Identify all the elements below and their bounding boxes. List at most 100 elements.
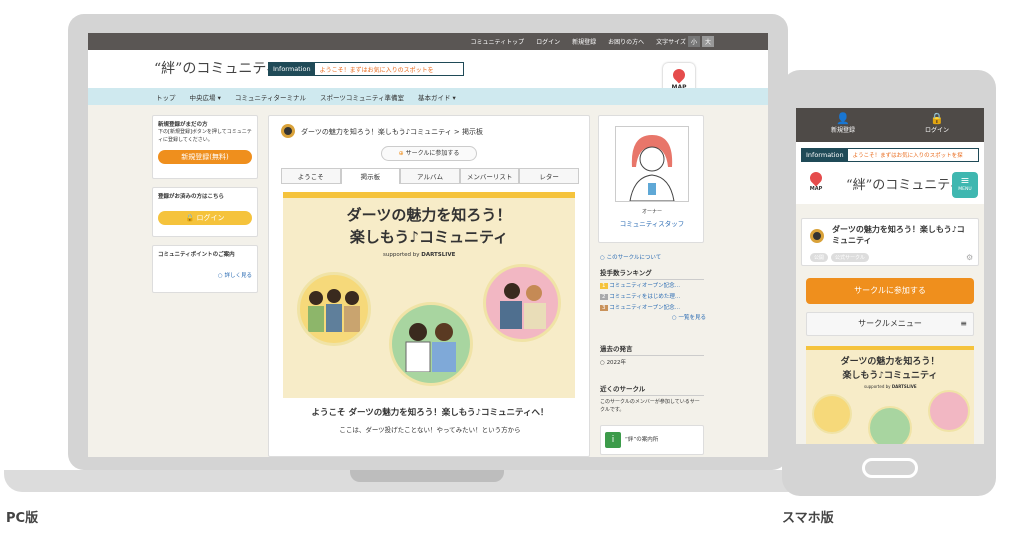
sp-brand-logo: DARTSLIVE — [891, 384, 917, 389]
sp-topbar: 👤 新規登録 🔒 ログイン — [796, 108, 984, 142]
tag-official: 公式サークル — [831, 253, 869, 262]
points-box: コミュニティポイントのご案内 ○ 詳しく見る — [152, 245, 258, 293]
sp-map-label: MAP — [809, 186, 823, 192]
join-circle-button[interactable]: ⊕ サークルに参加する — [381, 146, 477, 161]
tab-members[interactable]: メンバーリスト — [459, 168, 520, 184]
topbar-link-register[interactable]: 新規登録 — [572, 37, 596, 46]
tab-board[interactable]: 掲示板 — [340, 168, 401, 184]
sp-info-text[interactable]: ようこそ！まずはお気に入りのスポットを探 — [847, 149, 978, 161]
tab-welcome[interactable]: ようこそ — [281, 168, 341, 184]
owner-label: オーナー — [641, 209, 662, 215]
sp-join-button[interactable]: サークルに参加する — [806, 278, 974, 304]
banner-supported: supported by DARTSLIVE — [383, 252, 455, 258]
nav-basic-guide[interactable]: 基本ガイド ▾ — [418, 92, 456, 102]
lock-icon: 🔒 — [930, 112, 944, 125]
owner-name-link[interactable]: コミュニティスタッフ — [599, 218, 705, 228]
login-button-label: ログイン — [196, 214, 225, 223]
past-posts-title: 過去の発言 — [600, 343, 704, 356]
login-box: 登録がお済みの方はこちら 🔒 ログイン — [152, 187, 258, 237]
topbar-link-login[interactable]: ログイン — [536, 37, 560, 46]
register-desc: 下の[新規登録]ボタンを押してコミュニティに登録してください。 — [158, 129, 252, 143]
sp-illust-couple — [868, 406, 912, 444]
about-circle-link[interactable]: ○ このサークルについて — [600, 253, 661, 261]
ranking-item-label: コミュニティをはじめた理… — [609, 294, 681, 300]
sp-login-button[interactable]: 🔒 ログイン — [890, 108, 984, 142]
sp-register-button[interactable]: 👤 新規登録 — [796, 108, 890, 142]
sp-menu-label: MENU — [958, 187, 972, 192]
topbar-link-community-top[interactable]: コミュニティトップ — [470, 37, 524, 46]
sp-menu-button[interactable]: ≡ MENU — [952, 172, 978, 198]
ranking-more-link[interactable]: ○ 一覧を見る — [600, 313, 706, 321]
nav-central-plaza[interactable]: 中央広場 ▾ — [190, 92, 221, 102]
register-title: 新規登録がまだの方 — [158, 122, 208, 128]
tab-album[interactable]: アルバム — [400, 168, 460, 184]
topbar-link-help[interactable]: お困りの方へ — [608, 37, 644, 46]
ranking-item[interactable]: 1 コミュニティオープン記念… — [600, 281, 706, 289]
guide-label: “絆”の案内所 — [625, 436, 659, 443]
illust-pair-circle — [483, 264, 561, 342]
sp-illust-pair — [928, 390, 970, 432]
nav-community-terminal[interactable]: コミュニティターミナル — [235, 92, 306, 102]
register-box: 新規登録がまだの方 下の[新規登録]ボタンを押してコミュニティに登録してください… — [152, 115, 258, 179]
nav-top[interactable]: トップ — [156, 92, 176, 102]
points-link-label: 詳しく見る — [224, 273, 252, 280]
caption-sp: スマホ版 — [782, 511, 834, 526]
nearby-title: 近くのサークル — [600, 383, 704, 396]
header: “絆”のコミュニティ Information ようこそ！まずはお気に入りのスポッ… — [88, 50, 768, 97]
sp-circle-menu-label: サークルメニュー — [858, 319, 922, 328]
login-button[interactable]: 🔒 ログイン — [158, 211, 252, 226]
circle-tabs: ようこそ 掲示板 アルバム メンバーリスト レター — [281, 168, 579, 184]
dartboard-icon — [281, 124, 295, 138]
nearby-desc: このサークルのメンバーが参加しているサークルです。 — [600, 399, 700, 413]
nav-sports-prep-room[interactable]: スポーツコミュニティ準備室 — [320, 92, 404, 102]
owner-avatar — [615, 126, 689, 202]
sp-circle-title: ダーツの魅力を知ろう！楽しもう♪コミュニティ — [832, 225, 965, 246]
ranking-more-label: 一覧を見る — [678, 315, 706, 321]
join-circle-label: サークルに参加する — [405, 150, 460, 157]
info-text[interactable]: ようこそ！まずはお気に入りのスポットを — [314, 63, 463, 75]
tab-letter[interactable]: レター — [519, 168, 579, 184]
points-link[interactable]: ○ 詳しく見る — [158, 271, 252, 279]
ranking-list: 1 コミュニティオープン記念… 2 コミュニティをはじめた理… 3 コミュニティ… — [600, 281, 706, 321]
ranking-item[interactable]: 3 コミュニティオープン記念… — [600, 303, 706, 311]
sp-circle-menu-button[interactable]: サークルメニュー ≡ — [806, 312, 974, 336]
font-size-control: 文字サイズ小大 — [656, 36, 714, 47]
sp-login-label: ログイン — [924, 127, 949, 134]
banner-title-1: ダーツの魅力を知ろう！ — [346, 206, 512, 224]
pc-screen: コミュニティトップ ログイン 新規登録 お困りの方へ 文字サイズ小大 “絆”のコ… — [88, 33, 768, 457]
people-illustration — [308, 289, 360, 332]
owner-box: オーナー コミュニティスタッフ — [598, 115, 704, 243]
past-year-link[interactable]: ○ 2022年 — [600, 359, 626, 367]
sp-map-button[interactable]: MAP — [804, 169, 828, 196]
menu-icon: ≡ — [960, 174, 970, 187]
sp-banner: ダーツの魅力を知ろう！ 楽しもう♪コミュニティ supported by DAR… — [806, 346, 974, 444]
sp-banner-stripe — [806, 346, 974, 350]
font-size-small-button[interactable]: 小 — [687, 36, 700, 47]
info-ticker: Information ようこそ！まずはお気に入りのスポットを — [268, 62, 464, 76]
couple-illustration — [405, 323, 456, 372]
supported-label: supported by — [383, 252, 420, 258]
sp-info-label: Information — [806, 151, 844, 159]
sp-banner-title-1: ダーツの魅力を知ろう！ — [840, 357, 940, 367]
font-size-large-button[interactable]: 大 — [701, 36, 714, 47]
info-icon: i — [605, 432, 621, 448]
sp-register-label: 新規登録 — [830, 127, 855, 134]
login-title: 登録がお済みの方はこちら — [158, 194, 225, 200]
tag-public: 公開 — [810, 253, 829, 262]
ranking-item[interactable]: 2 コミュニティをはじめた理… — [600, 292, 706, 300]
sp-logo[interactable]: “絆”のコミュニティ — [846, 174, 963, 193]
register-button[interactable]: 新規登録(無料) — [158, 150, 252, 165]
illust-couple-circle — [389, 302, 473, 386]
main-panel: ダーツの魅力を知ろう！楽しもう♪コミュニティ > 掲示板 ⊕ サークルに参加する… — [268, 115, 590, 457]
guide-card[interactable]: i “絆”の案内所 — [600, 425, 704, 455]
sp-banner-supported: supported by DARTSLIVE — [864, 384, 917, 389]
site-logo[interactable]: “絆”のコミュニティ — [154, 58, 279, 78]
past-year-label: 2022年 — [606, 360, 627, 366]
sp-illust-group — [812, 394, 852, 434]
join-icon: ⊕ — [398, 150, 404, 157]
rank-badge-3: 3 — [600, 305, 608, 311]
illust-group-circle — [297, 272, 371, 346]
gear-icon[interactable]: ⚙ — [966, 253, 973, 262]
sp-screen: 👤 新規登録 🔒 ログイン Information ようこそ！まずはお気に入りのスポ… — [796, 108, 984, 444]
info-label: Information — [273, 65, 311, 73]
